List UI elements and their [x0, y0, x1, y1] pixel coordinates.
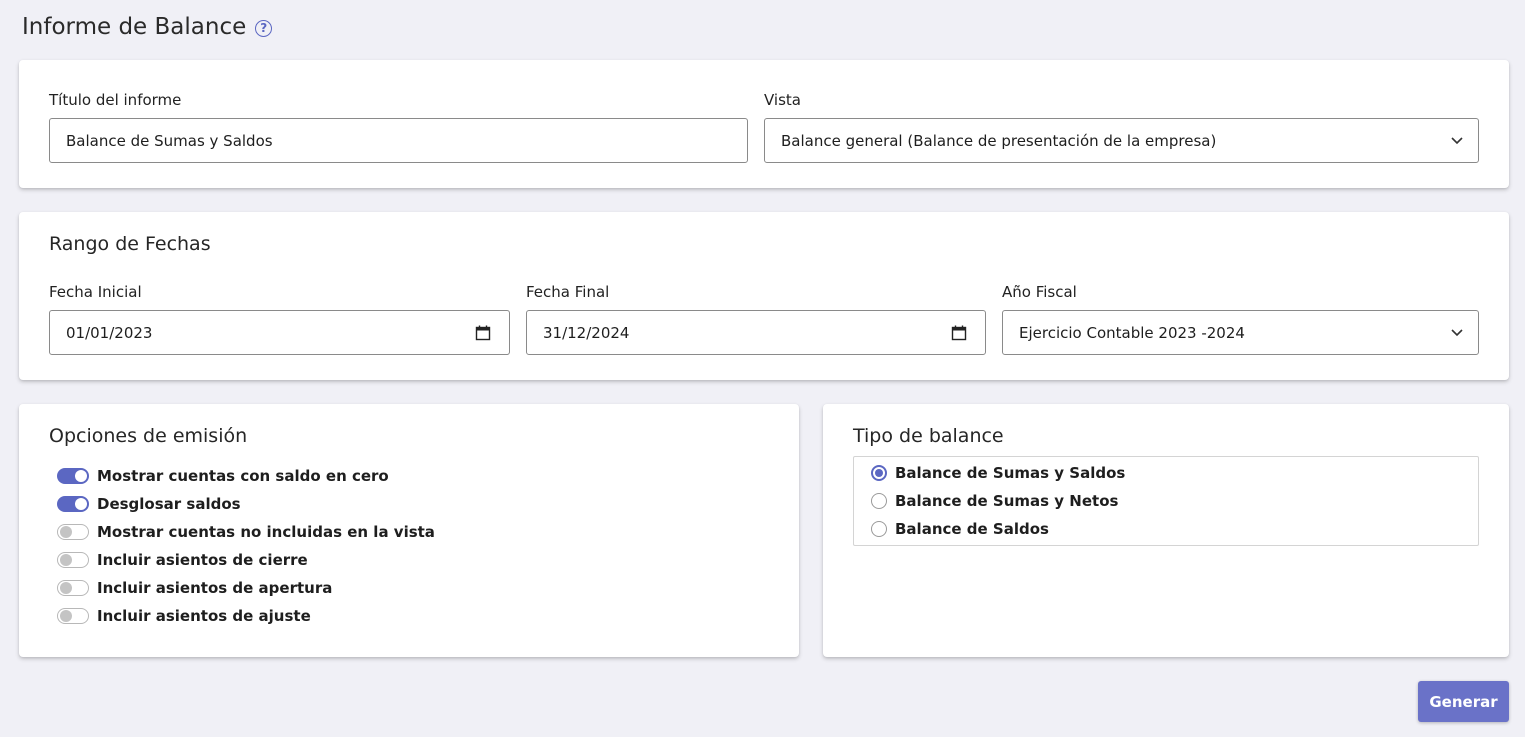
- radio-button[interactable]: [871, 493, 887, 509]
- balance-type-card: Tipo de balance Balance de Sumas y Saldo…: [823, 404, 1509, 657]
- toggle-break-down-balances[interactable]: Desglosar saldos: [57, 492, 241, 516]
- toggle-opening-entries[interactable]: Incluir asientos de apertura: [57, 576, 332, 600]
- toggle-switch[interactable]: [57, 468, 89, 484]
- toggle-switch[interactable]: [57, 496, 89, 512]
- toggle-zero-balance[interactable]: Mostrar cuentas con saldo en cero: [57, 464, 389, 488]
- chevron-down-icon: [1451, 329, 1463, 337]
- date-range-title: Rango de Fechas: [49, 233, 211, 255]
- view-label: Vista: [764, 91, 801, 109]
- radio-label: Balance de Sumas y Netos: [895, 492, 1119, 510]
- end-date-value: 31/12/2024: [543, 323, 630, 342]
- toggle-label: Incluir asientos de cierre: [97, 551, 308, 569]
- toggle-switch[interactable]: [57, 524, 89, 540]
- radio-option-balances[interactable]: Balance de Saldos: [871, 517, 1049, 541]
- radio-label: Balance de Saldos: [895, 520, 1049, 538]
- toggle-label: Mostrar cuentas no incluidas en la vista: [97, 523, 435, 541]
- radio-label: Balance de Sumas y Saldos: [895, 464, 1126, 482]
- toggle-label: Mostrar cuentas con saldo en cero: [97, 467, 389, 485]
- end-date-input[interactable]: 31/12/2024: [526, 310, 986, 355]
- end-date-label: Fecha Final: [526, 283, 610, 301]
- fiscal-year-label: Año Fiscal: [1002, 283, 1077, 301]
- start-date-input[interactable]: 01/01/2023: [49, 310, 510, 355]
- view-select[interactable]: Balance general (Balance de presentación…: [764, 118, 1479, 163]
- report-settings-card: Título del informe Balance de Sumas y Sa…: [19, 60, 1509, 188]
- chevron-down-icon: [1451, 137, 1463, 145]
- calendar-icon[interactable]: [475, 325, 491, 341]
- toggle-switch[interactable]: [57, 552, 89, 568]
- date-range-card: Rango de Fechas Fecha Inicial 01/01/2023…: [19, 212, 1509, 380]
- generate-button[interactable]: Generar: [1418, 681, 1509, 722]
- start-date-value: 01/01/2023: [66, 323, 153, 342]
- calendar-icon[interactable]: [951, 325, 967, 341]
- page-header: Informe de Balance ?: [22, 10, 273, 44]
- help-icon[interactable]: ?: [255, 19, 273, 37]
- page-title: Informe de Balance: [22, 14, 247, 40]
- toggle-adjustment-entries[interactable]: Incluir asientos de ajuste: [57, 604, 311, 628]
- toggle-label: Incluir asientos de apertura: [97, 579, 333, 597]
- fiscal-year-value: Ejercicio Contable 2023 -2024: [1019, 323, 1245, 342]
- balance-type-radio-group: Balance de Sumas y Saldos Balance de Sum…: [853, 456, 1479, 546]
- toggle-label: Incluir asientos de ajuste: [97, 607, 311, 625]
- toggle-accounts-not-in-view[interactable]: Mostrar cuentas no incluidas en la vista: [57, 520, 435, 544]
- toggle-switch[interactable]: [57, 608, 89, 624]
- emission-options-title: Opciones de emisión: [49, 425, 248, 447]
- radio-option-sums-and-nets[interactable]: Balance de Sumas y Netos: [871, 489, 1118, 513]
- radio-button[interactable]: [871, 465, 887, 481]
- report-title-input[interactable]: Balance de Sumas y Saldos: [49, 118, 748, 163]
- report-title-label: Título del informe: [49, 91, 182, 109]
- view-value: Balance general (Balance de presentación…: [781, 131, 1217, 150]
- toggle-switch[interactable]: [57, 580, 89, 596]
- start-date-label: Fecha Inicial: [49, 283, 142, 301]
- toggle-closing-entries[interactable]: Incluir asientos de cierre: [57, 548, 308, 572]
- radio-button[interactable]: [871, 521, 887, 537]
- emission-options-card: Opciones de emisión Mostrar cuentas con …: [19, 404, 799, 657]
- radio-option-sums-and-balances[interactable]: Balance de Sumas y Saldos: [871, 461, 1125, 485]
- toggle-label: Desglosar saldos: [97, 495, 241, 513]
- balance-type-title: Tipo de balance: [853, 425, 1004, 447]
- fiscal-year-select[interactable]: Ejercicio Contable 2023 -2024: [1002, 310, 1479, 355]
- report-title-value: Balance de Sumas y Saldos: [66, 131, 273, 150]
